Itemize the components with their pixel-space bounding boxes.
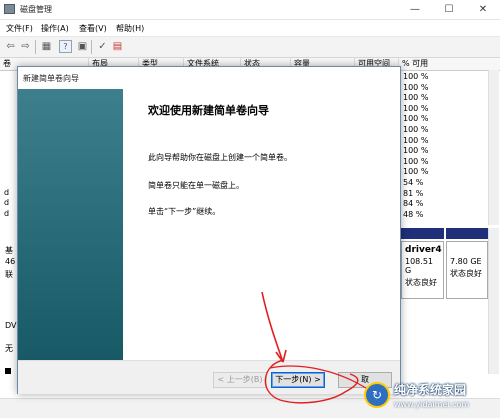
disk-label-fragment: 46 (5, 257, 16, 266)
next-button[interactable]: 下一步(N) > (271, 372, 325, 388)
partition-size: 7.80 GE (450, 257, 482, 266)
partition-status: 状态良好 (405, 278, 437, 287)
watermark-logo-icon: ↻ (364, 382, 390, 408)
partition-name (450, 245, 484, 255)
disk-management-window: 磁盘管理 — ☐ ✕ 文件(F) 操作(A) 查看(V) 帮助(H) ⇦ ⇨ ▦… (0, 0, 500, 418)
toolbar-separator (91, 40, 92, 54)
wizard-paragraph: 此向导帮助你在磁盘上创建一个简单卷。 (148, 153, 292, 162)
partition-2[interactable]: 7.80 GE 状态良好 (446, 241, 488, 299)
back-button[interactable]: < 上一步(B) (213, 372, 267, 388)
unallocated-legend-swatch (5, 368, 11, 374)
maximize-button[interactable]: ☐ (432, 0, 466, 19)
back-arrow-icon[interactable]: ⇦ (4, 40, 17, 53)
wizard-paragraph: 单击“下一步”继续。 (148, 207, 221, 216)
wizard-side-banner (18, 89, 123, 360)
column-percent-free[interactable]: % 可用 (398, 58, 488, 70)
minimize-button[interactable]: — (398, 0, 432, 19)
partition-bar (401, 228, 444, 239)
volume-list-scrollbar[interactable] (488, 70, 499, 225)
partition-name: driver4 (405, 245, 442, 255)
partition-driver4[interactable]: driver4 108.51 G 状态良好 (401, 241, 444, 299)
toolbar-separator (35, 40, 36, 54)
wizard-paragraph: 简单卷只能在单一磁盘上。 (148, 181, 244, 190)
close-button[interactable]: ✕ (466, 0, 500, 19)
menu-bar: 文件(F) 操作(A) 查看(V) 帮助(H) (0, 20, 500, 36)
disk-graphical-panel: driver4 108.51 G 状态良好 7.80 GE 状态良好 (401, 228, 488, 299)
properties-icon[interactable]: ▣ (76, 40, 89, 53)
new-simple-volume-wizard: 新建简单卷向导 欢迎使用新建简单卷向导 此向导帮助你在磁盘上创建一个简单卷。 简… (17, 66, 401, 394)
menu-action[interactable]: 操作(A) (41, 23, 69, 34)
volume-row-fragment[interactable]: d (4, 209, 9, 221)
toolbar: ⇦ ⇨ ▦ ? ▣ ✓ ▤ (0, 36, 500, 58)
console-tree-icon[interactable]: ▦ (40, 40, 53, 53)
menu-help[interactable]: 帮助(H) (116, 23, 144, 34)
watermark-url: www.yidaimei.com (394, 400, 470, 409)
disk-label-fragment: 联 (5, 270, 13, 279)
window-title: 磁盘管理 (20, 5, 52, 14)
menu-file[interactable]: 文件(F) (6, 23, 33, 34)
partition-size: 108.51 G (405, 257, 433, 275)
check-icon[interactable]: ✓ (96, 40, 109, 53)
no-media-label-fragment: 无 (5, 344, 13, 353)
disk-label-fragment: 基 (5, 246, 13, 255)
disk-icon[interactable]: ▤ (111, 40, 124, 53)
help-icon[interactable]: ? (59, 40, 72, 53)
wizard-title: 新建简单卷向导 (23, 74, 79, 83)
partition-status: 状态良好 (450, 269, 482, 278)
forward-arrow-icon[interactable]: ⇨ (19, 40, 32, 53)
wizard-footer: < 上一步(B) 下一步(N) > 取 (18, 360, 400, 394)
disk-panel-scrollbar[interactable] (488, 228, 499, 374)
percent-free-cell: 48 % (403, 210, 424, 219)
watermark: ↻ 纯净系统家园 www.yidaimei.com (360, 378, 500, 417)
wizard-title-bar: 新建简单卷向导 (18, 67, 400, 89)
disk-management-icon (4, 4, 15, 14)
wizard-body: 欢迎使用新建简单卷向导 此向导帮助你在磁盘上创建一个简单卷。 简单卷只能在单一磁… (123, 89, 400, 360)
partition-bar (446, 228, 488, 239)
wizard-heading: 欢迎使用新建简单卷向导 (148, 104, 269, 117)
dvd-label-fragment: DV (5, 321, 17, 330)
title-bar: 磁盘管理 — ☐ ✕ (0, 0, 500, 20)
watermark-title: 纯净系统家园 (394, 383, 467, 397)
menu-view[interactable]: 查看(V) (79, 23, 107, 34)
